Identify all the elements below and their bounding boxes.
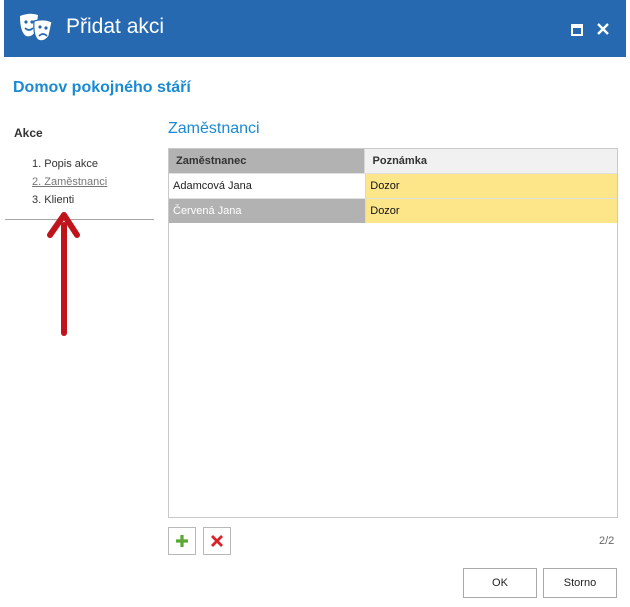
ok-button[interactable]: OK bbox=[463, 568, 537, 598]
wizard-steps: 1. Popis akce 2. Zaměstnanci 3. Klienti bbox=[32, 155, 107, 209]
title-bar: Přidat akci bbox=[4, 0, 626, 57]
x-icon bbox=[211, 535, 223, 547]
cancel-button[interactable]: Storno bbox=[543, 568, 617, 598]
window-title: Přidat akci bbox=[66, 15, 165, 38]
close-icon bbox=[597, 23, 609, 35]
section-title: Zaměstnanci bbox=[168, 120, 260, 137]
remove-row-button[interactable] bbox=[203, 527, 231, 555]
table-row[interactable]: Červená Jana Dozor bbox=[169, 198, 617, 223]
sidebar-heading: Akce bbox=[14, 126, 43, 140]
column-header-employee[interactable]: Zaměstnanec bbox=[169, 149, 364, 173]
organization-title: Domov pokojného stáří bbox=[13, 79, 191, 96]
red-arrow-annotation bbox=[47, 212, 80, 336]
step-zamestnanci[interactable]: 2. Zaměstnanci bbox=[32, 173, 107, 191]
theater-masks-icon bbox=[20, 13, 53, 42]
step-popis-akce[interactable]: 1. Popis akce bbox=[32, 155, 107, 173]
employee-cell[interactable]: Adamcová Jana bbox=[169, 174, 365, 198]
note-cell[interactable]: Dozor bbox=[365, 199, 617, 223]
pager-indicator: 2/2 bbox=[599, 535, 615, 547]
table-row[interactable]: Adamcová Jana Dozor bbox=[169, 173, 617, 198]
employee-cell[interactable]: Červená Jana bbox=[169, 199, 366, 223]
maximize-icon bbox=[571, 24, 583, 36]
grid-header: Zaměstnanec Poznámka bbox=[169, 149, 617, 173]
column-header-note[interactable]: Poznámka bbox=[363, 149, 617, 173]
maximize-button[interactable] bbox=[567, 20, 585, 38]
plus-icon bbox=[176, 535, 188, 547]
add-row-button[interactable] bbox=[168, 527, 196, 555]
employees-grid: Zaměstnanec Poznámka Adamcová Jana Dozor… bbox=[168, 148, 618, 518]
note-cell[interactable]: Dozor bbox=[365, 174, 617, 198]
close-button[interactable] bbox=[594, 20, 612, 38]
